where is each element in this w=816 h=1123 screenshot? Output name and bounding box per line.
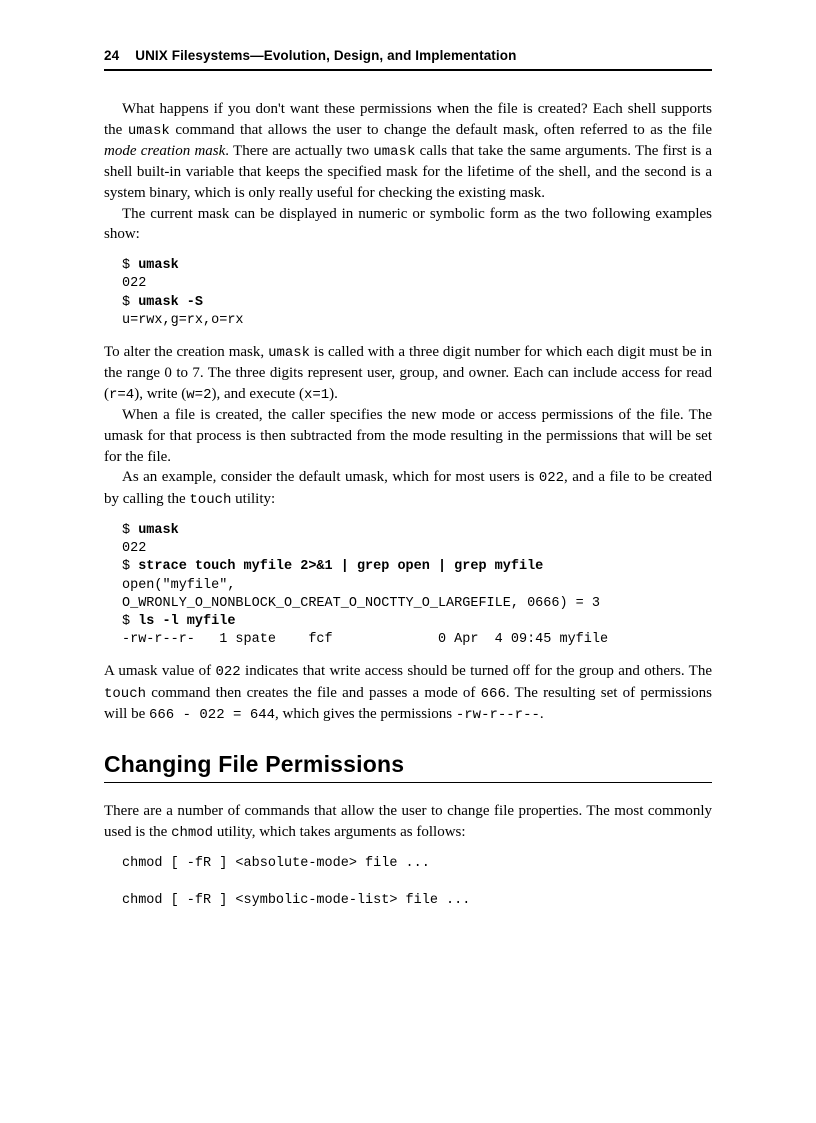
prompt: $ xyxy=(122,559,138,574)
text: The current mask can be displayed in num… xyxy=(104,206,712,243)
inline-code: w=2 xyxy=(186,387,211,403)
text: . xyxy=(540,706,544,722)
header-rule xyxy=(104,69,712,71)
text: To alter the creation mask, xyxy=(104,344,268,360)
text: ), and execute ( xyxy=(212,386,304,402)
inline-code: chmod xyxy=(171,825,213,841)
prompt: $ xyxy=(122,295,138,310)
paragraph-1: What happens if you don't want these per… xyxy=(104,99,712,204)
inline-code: umask xyxy=(268,345,310,361)
page-number: 24 xyxy=(104,48,119,63)
running-head: 24 UNIX Filesystems—Evolution, Design, an… xyxy=(104,48,712,63)
output: u=rwx,g=rx,o=rx xyxy=(122,313,244,328)
syntax: chmod [ -fR ] <symbolic-mode-list> file … xyxy=(122,893,470,908)
book-title: UNIX Filesystems—Evolution, Design, and … xyxy=(135,48,516,63)
text: , which gives the permissions xyxy=(275,706,456,722)
text: . There are actually two xyxy=(225,143,373,159)
code-block-2: $ umask 022 $ strace touch myfile 2>&1 |… xyxy=(122,522,712,650)
cmd: strace touch myfile 2>&1 | grep open | g… xyxy=(138,559,543,574)
inline-code: umask xyxy=(373,144,415,160)
code-block-1: $ umask 022 $ umask -S u=rwx,g=rx,o=rx xyxy=(122,257,712,330)
output: O_WRONLY_O_NONBLOCK_O_CREAT_O_NOCTTY_O_L… xyxy=(122,596,600,611)
inline-code: umask xyxy=(128,123,170,139)
paragraph-7: There are a number of commands that allo… xyxy=(104,801,712,843)
text: As an example, consider the default umas… xyxy=(122,469,539,485)
inline-code: -rw-r--r-- xyxy=(456,707,540,723)
text: ). xyxy=(329,386,338,402)
text: indicates that write access should be tu… xyxy=(241,663,712,679)
text: command then creates the file and passes… xyxy=(146,685,481,701)
prompt: $ xyxy=(122,258,138,273)
inline-code: 022 xyxy=(539,470,564,486)
inline-code: 022 xyxy=(216,664,241,680)
section-heading: Changing File Permissions xyxy=(104,751,712,778)
output: 022 xyxy=(122,276,146,291)
cmd: ls -l myfile xyxy=(138,614,235,629)
text: When a file is created, the caller speci… xyxy=(104,407,712,464)
output: open("myfile", xyxy=(122,578,235,593)
cmd: umask -S xyxy=(138,295,203,310)
inline-code: r=4 xyxy=(109,387,134,403)
code-block-3: chmod [ -fR ] <absolute-mode> file ... c… xyxy=(122,855,712,910)
inline-code: x=1 xyxy=(304,387,329,403)
output: -rw-r--r- 1 spate fcf 0 Apr 4 09:45 myfi… xyxy=(122,632,608,647)
inline-code: touch xyxy=(104,686,146,702)
inline-code: touch xyxy=(189,492,231,508)
paragraph-4: When a file is created, the caller speci… xyxy=(104,405,712,467)
prompt: $ xyxy=(122,523,138,538)
inline-code: 666 xyxy=(481,686,506,702)
cmd: umask xyxy=(138,258,179,273)
text: command that allows the user to change t… xyxy=(170,122,712,138)
paragraph-3: To alter the creation mask, umask is cal… xyxy=(104,342,712,405)
text: A umask value of xyxy=(104,663,216,679)
prompt: $ xyxy=(122,614,138,629)
paragraph-6: A umask value of 022 indicates that writ… xyxy=(104,661,712,725)
section-rule xyxy=(104,782,712,783)
text: ), write ( xyxy=(134,386,186,402)
output: 022 xyxy=(122,541,146,556)
text: utility: xyxy=(231,491,275,507)
syntax: chmod [ -fR ] <absolute-mode> file ... xyxy=(122,856,430,871)
inline-code: 666 - 022 = 644 xyxy=(149,707,275,723)
text: utility, which takes arguments as follow… xyxy=(213,824,465,840)
paragraph-2: The current mask can be displayed in num… xyxy=(104,204,712,245)
cmd: umask xyxy=(138,523,179,538)
page: 24 UNIX Filesystems—Evolution, Design, an… xyxy=(0,0,816,982)
paragraph-5: As an example, consider the default umas… xyxy=(104,467,712,510)
emphasis: mode creation mask xyxy=(104,143,225,159)
